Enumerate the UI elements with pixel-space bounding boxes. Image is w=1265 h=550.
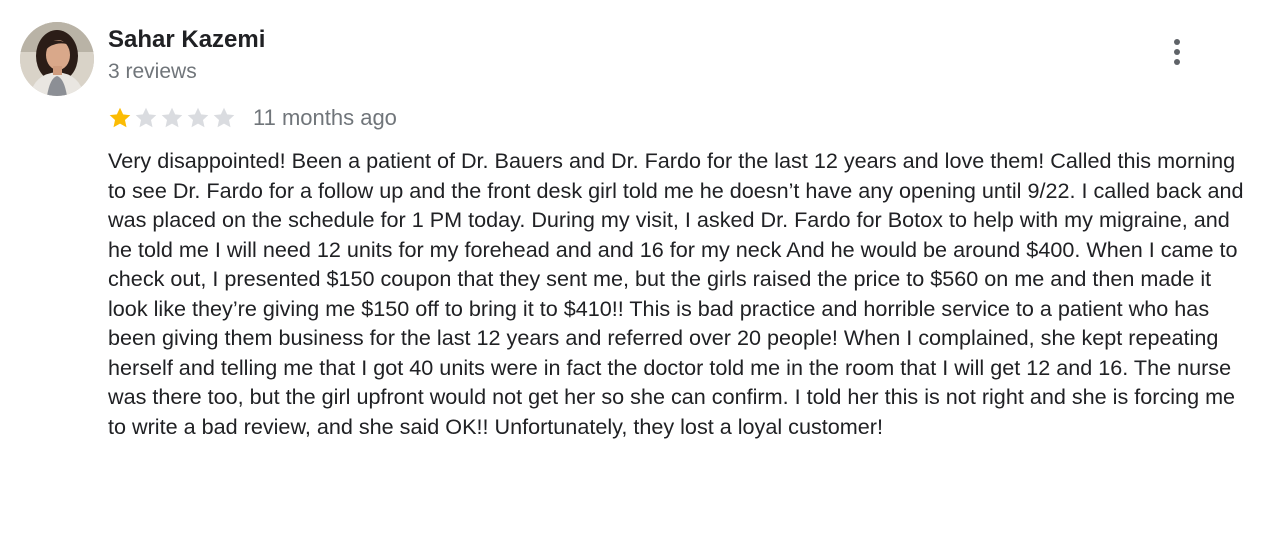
star-empty-icon (135, 107, 157, 128)
avatar-photo (20, 22, 94, 96)
rating-row: 11 months ago (107, 103, 397, 133)
more-vert-icon-dot (1174, 59, 1180, 65)
star-filled-icon (109, 107, 131, 128)
star-rating (107, 105, 237, 131)
author-review-count[interactable]: 3 reviews (108, 58, 197, 86)
more-options-button[interactable] (1160, 32, 1194, 72)
review-card: Sahar Kazemi 3 reviews 11 months ago Ver… (0, 0, 1265, 550)
more-vert-icon (1174, 39, 1180, 45)
star-empty-icon (161, 107, 183, 128)
star-empty-icon (187, 107, 209, 128)
review-date: 11 months ago (253, 105, 397, 130)
author-name[interactable]: Sahar Kazemi (108, 25, 265, 55)
review-text: Very disappointed! Been a patient of Dr.… (108, 148, 1244, 439)
star-empty-icon (213, 107, 235, 128)
more-vert-icon-dot (1174, 49, 1180, 55)
avatar[interactable] (20, 22, 94, 96)
